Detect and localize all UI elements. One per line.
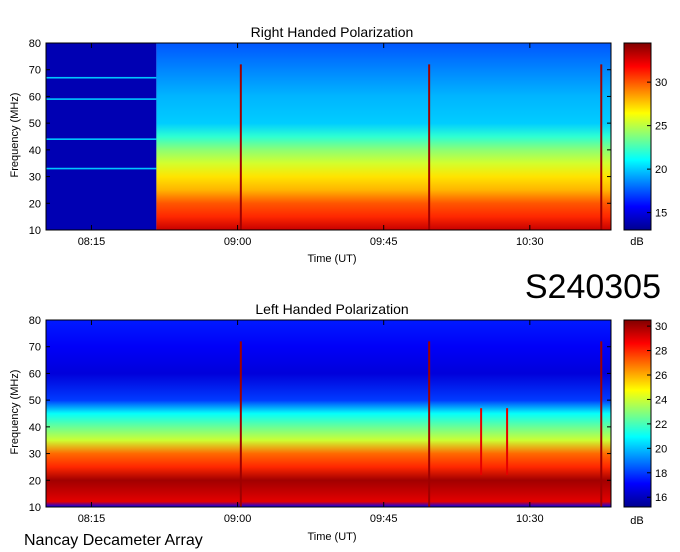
interference-line — [46, 167, 157, 170]
radio-burst — [506, 408, 509, 475]
y-tick-label: 50 — [29, 395, 41, 407]
x-tick-label: 09:00 — [224, 513, 252, 525]
colorbar-label: dB — [630, 236, 643, 248]
y-tick-label: 70 — [29, 65, 41, 77]
radio-burst — [428, 341, 431, 507]
chart-title: Right Handed Polarization — [251, 24, 414, 40]
y-tick-label: 30 — [29, 449, 41, 461]
x-tick-label: 10:30 — [516, 513, 544, 525]
colorbar-tick-label: 26 — [655, 370, 667, 382]
colorbar-tick-label: 22 — [655, 419, 667, 431]
x-tick-label: 08:15 — [78, 513, 106, 525]
spectrogram-band — [156, 43, 612, 230]
radio-burst — [239, 341, 242, 507]
y-tick-label: 20 — [29, 198, 41, 210]
y-tick-label: 10 — [29, 502, 41, 514]
colorbar: 16 18 20 22 24 26 28 30 — [623, 319, 667, 508]
colorbar-tick-label: 18 — [655, 468, 667, 480]
y-axis-label: Frequency (MHz) — [9, 93, 21, 178]
y-tick-label: 40 — [29, 422, 41, 434]
y-tick-label: 20 — [29, 475, 41, 487]
radio-burst — [480, 408, 483, 475]
colorbar-tick-label: 30 — [655, 321, 667, 333]
colorbar-tick-label: 20 — [655, 164, 667, 176]
radio-burst — [239, 64, 242, 230]
y-tick-label: 60 — [29, 368, 41, 380]
panel-right-handed: Right Handed Polarization Frequency (MHz… — [9, 24, 667, 265]
y-tick-label: 80 — [29, 38, 41, 50]
y-tick-label: 70 — [29, 342, 41, 354]
colorbar-label: dB — [630, 515, 643, 527]
colorbar-tick-label: 15 — [655, 208, 667, 220]
x-tick-label: 09:00 — [224, 236, 252, 248]
radio-burst — [600, 341, 603, 507]
spectrogram-plot — [46, 320, 611, 507]
y-tick-label: 50 — [29, 118, 41, 130]
observation-id: S240305 — [525, 268, 661, 306]
x-axis-label: Time (UT) — [307, 531, 356, 543]
y-tick-label: 60 — [29, 91, 41, 103]
instrument-footer: Nancay Decameter Array — [24, 532, 203, 549]
interference-line — [46, 138, 157, 140]
x-axis-label: Time (UT) — [307, 253, 356, 265]
y-tick-label: 10 — [29, 225, 41, 237]
colorbar-scale — [623, 42, 652, 231]
spectrogram-figure: Right Handed Polarization Frequency (MHz… — [9, 24, 667, 549]
x-tick-label: 09:45 — [370, 236, 398, 248]
colorbar-tick-label: 30 — [655, 77, 667, 89]
data-gap-region — [46, 43, 157, 230]
y-tick-label: 30 — [29, 172, 41, 184]
x-tick-label: 09:45 — [370, 513, 398, 525]
colorbar-scale — [623, 319, 652, 508]
chart-title: Left Handed Polarization — [255, 301, 408, 317]
colorbar-tick-label: 25 — [655, 121, 667, 133]
spectrogram-plot — [46, 43, 612, 230]
x-tick-label: 08:15 — [78, 236, 106, 248]
y-tick-label: 40 — [29, 145, 41, 157]
colorbar-tick-label: 28 — [655, 346, 667, 358]
panel-left-handed: Left Handed Polarization Frequency (MHz)… — [9, 301, 667, 543]
radio-burst — [428, 64, 431, 230]
interference-line — [46, 98, 157, 100]
radio-burst — [600, 64, 603, 230]
x-tick-label: 10:30 — [516, 236, 544, 248]
y-tick-label: 80 — [29, 315, 41, 327]
colorbar-tick-label: 24 — [655, 394, 667, 406]
colorbar-tick-label: 20 — [655, 443, 667, 455]
interference-line — [46, 76, 157, 79]
colorbar-tick-label: 16 — [655, 492, 667, 504]
y-axis-label: Frequency (MHz) — [9, 370, 21, 455]
colorbar: 15 20 25 30 — [623, 42, 667, 231]
spectrogram-band — [46, 320, 611, 507]
